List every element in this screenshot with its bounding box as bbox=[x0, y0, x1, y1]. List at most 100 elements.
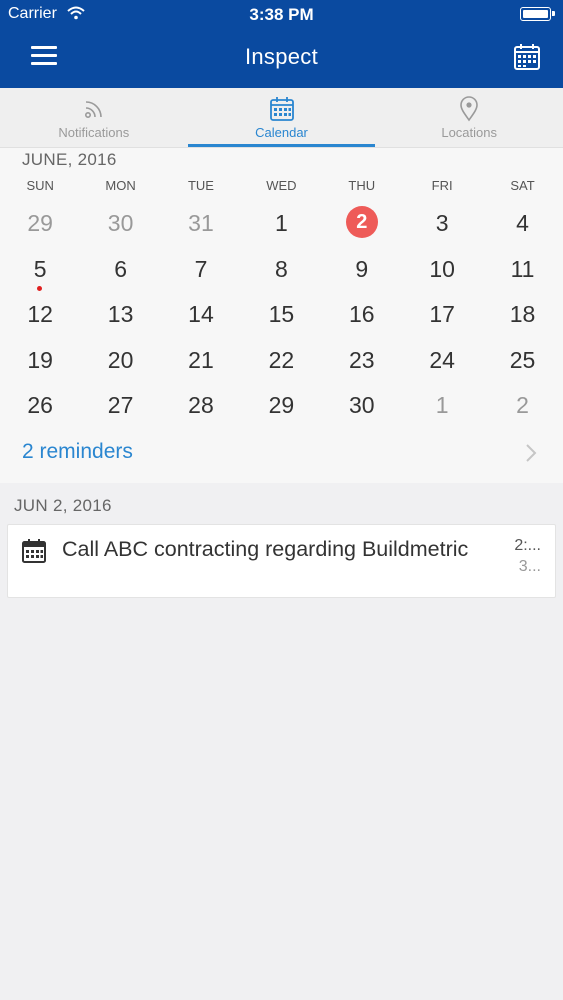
calendar-day-number: 14 bbox=[188, 301, 214, 327]
calendar-day-number: 30 bbox=[348, 392, 375, 418]
agenda-item-title: Call ABC contracting regarding Buildmetr… bbox=[62, 537, 469, 561]
calendar-day[interactable]: 28 bbox=[161, 383, 241, 429]
calendar-day-number: 19 bbox=[27, 346, 53, 373]
calendar-week-row: 12 13 14 15 16 17 18 bbox=[0, 292, 563, 338]
calendar-day-number: 31 bbox=[188, 210, 214, 236]
calendar-day[interactable]: 23 bbox=[322, 338, 402, 384]
calendar-day[interactable]: 24 bbox=[402, 338, 482, 384]
calendar-day[interactable]: 26 bbox=[0, 383, 80, 429]
chevron-right-icon bbox=[526, 444, 537, 462]
weekday-label: FRI bbox=[431, 178, 453, 193]
calendar-day[interactable]: 16 bbox=[322, 292, 402, 338]
tab-notifications[interactable]: Notifications bbox=[0, 88, 188, 147]
calendar-day-number: 22 bbox=[268, 346, 295, 373]
month-title: JUNE, 2016 bbox=[22, 150, 117, 169]
calendar-day[interactable]: 18 bbox=[482, 292, 562, 338]
calendar-week-row: 26 27 28 29 30 1 2 bbox=[0, 383, 563, 429]
calendar-day-number: 25 bbox=[509, 346, 536, 373]
calendar-day-number: 10 bbox=[429, 255, 455, 282]
tab-locations[interactable]: Locations bbox=[375, 88, 563, 147]
tab-locations-label: Locations bbox=[441, 125, 497, 140]
calendar-day[interactable]: 5 bbox=[0, 247, 80, 293]
calendar-day[interactable]: 29 bbox=[241, 383, 321, 429]
calendar-day[interactable]: 21 bbox=[161, 338, 241, 384]
calendar-day[interactable]: 14 bbox=[161, 292, 241, 338]
calendar-day-number: 11 bbox=[510, 255, 535, 282]
calendar-day[interactable]: 9 bbox=[322, 247, 402, 293]
calendar-day-number: 27 bbox=[107, 392, 134, 418]
calendar-day-number: 3 bbox=[435, 210, 449, 236]
calendar-week-row: 5 6 7 8 9 10 11 bbox=[0, 247, 563, 293]
calendar-day-number: 28 bbox=[188, 392, 214, 418]
calendar-day-number: 16 bbox=[348, 301, 375, 327]
calendar-day[interactable]: 17 bbox=[402, 292, 482, 338]
calendar-day[interactable]: 4 bbox=[482, 201, 562, 247]
agenda-item[interactable]: Call ABC contracting regarding Buildmetr… bbox=[7, 524, 556, 598]
calendar-day[interactable]: 8 bbox=[241, 247, 321, 293]
calendar-day-number: 15 bbox=[268, 301, 295, 327]
calendar-day-number: 4 bbox=[516, 210, 529, 236]
calendar-day[interactable]: 31 bbox=[161, 201, 241, 247]
calendar-day[interactable]: 1 bbox=[241, 201, 321, 247]
location-pin-icon bbox=[460, 96, 478, 122]
status-bar: Carrier 3:38 PM bbox=[0, 0, 563, 30]
calendar-day-number: 20 bbox=[107, 346, 134, 373]
calendar-day[interactable]: 30 bbox=[80, 201, 160, 247]
calendar-day-number: 5 bbox=[33, 255, 47, 282]
calendar-day[interactable]: 19 bbox=[0, 338, 80, 384]
weekday-label: WED bbox=[266, 178, 297, 193]
calendar-day[interactable]: 10 bbox=[402, 247, 482, 293]
calendar-day-number: 23 bbox=[348, 346, 375, 373]
rss-icon bbox=[84, 101, 102, 118]
calendar-day[interactable]: 22 bbox=[241, 338, 321, 384]
calendar-day-number: 9 bbox=[355, 255, 369, 282]
calendar-day-number: 8 bbox=[274, 255, 288, 282]
agenda-item-end-time: 3... bbox=[518, 558, 541, 575]
calendar-day-number: 30 bbox=[107, 210, 134, 236]
calendar-day[interactable]: 2 bbox=[482, 383, 562, 429]
calendar-day[interactable]: 27 bbox=[80, 383, 160, 429]
top-bar: Carrier 3:38 PM Inspect bbox=[0, 0, 563, 88]
calendar-button[interactable] bbox=[509, 40, 545, 76]
calendar-day[interactable]: 6 bbox=[80, 247, 160, 293]
calendar-icon bbox=[22, 539, 46, 563]
weekday-label: THU bbox=[348, 178, 376, 193]
weekday-label: TUE bbox=[187, 178, 214, 193]
calendar-day[interactable]: 3 bbox=[402, 201, 482, 247]
calendar-day-number: 13 bbox=[107, 301, 134, 327]
tab-bar: Notifications Calendar Locations bbox=[0, 88, 563, 148]
calendar-week-row: 29 30 31 1 2 3 4 bbox=[0, 201, 563, 247]
tab-calendar[interactable]: Calendar bbox=[187, 88, 376, 147]
calendar-day[interactable]: 30 bbox=[322, 383, 402, 429]
calendar-day-number: 26 bbox=[27, 392, 53, 418]
calendar-day[interactable]: 25 bbox=[482, 338, 562, 384]
reminders-row[interactable]: 2 reminders bbox=[0, 431, 563, 475]
calendar-day-today[interactable]: 2 bbox=[322, 201, 402, 247]
reminders-link[interactable]: 2 reminders bbox=[22, 440, 133, 464]
calendar-day[interactable]: 1 bbox=[402, 383, 482, 429]
weekday-header: SUN MON TUE WED THU FRI SAT bbox=[0, 178, 563, 193]
calendar-day[interactable]: 13 bbox=[80, 292, 160, 338]
calendar-day[interactable]: 11 bbox=[482, 247, 562, 293]
calendar-grid: 29 30 31 1 2 3 4 5 6 7 8 9 10 11 12 13 14 15 16 17 18 19 20 21 2… bbox=[0, 201, 563, 429]
weekday-label: SAT bbox=[510, 178, 535, 193]
calendar-day-number: 17 bbox=[429, 301, 455, 327]
calendar-day-number: 29 bbox=[27, 210, 53, 236]
tab-notifications-label: Notifications bbox=[58, 125, 130, 140]
calendar-day[interactable]: 7 bbox=[161, 247, 241, 293]
calendar-day[interactable]: 15 bbox=[241, 292, 321, 338]
calendar-day-number: 7 bbox=[194, 255, 208, 282]
calendar-day-number: 2 bbox=[516, 392, 529, 418]
agenda-item-start-time: 2:... bbox=[514, 537, 541, 554]
calendar-day-number: 1 bbox=[435, 392, 449, 418]
app-root: Carrier 3:38 PM Inspect Notifications Ca… bbox=[0, 0, 563, 1000]
calendar-day[interactable]: 29 bbox=[0, 201, 80, 247]
calendar-day[interactable]: 20 bbox=[80, 338, 160, 384]
calendar-day-number: 24 bbox=[429, 346, 455, 373]
calendar-day-number: 18 bbox=[509, 301, 536, 327]
agenda-date-header: JUN 2, 2016 bbox=[14, 496, 112, 515]
calendar-day-number: 21 bbox=[188, 346, 214, 373]
calendar-day-number: 29 bbox=[268, 392, 295, 418]
calendar-day[interactable]: 12 bbox=[0, 292, 80, 338]
weekday-label: MON bbox=[105, 178, 136, 193]
